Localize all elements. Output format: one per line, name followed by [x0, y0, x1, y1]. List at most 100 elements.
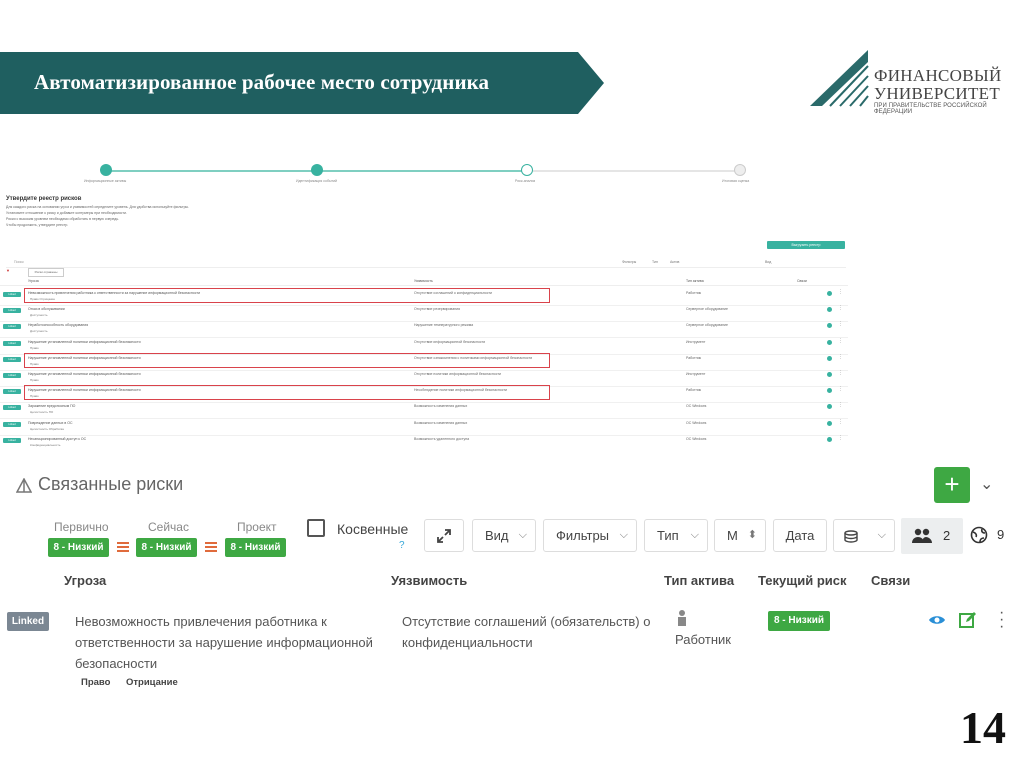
shot-threat-tags: Право	[30, 378, 39, 382]
col-threat[interactable]: Угроза	[64, 573, 106, 588]
step-current-icon[interactable]	[521, 164, 533, 176]
shot-asset-text: ОС Windows	[686, 436, 707, 441]
eye-icon[interactable]	[827, 323, 832, 329]
level-label-project: Проект	[237, 520, 277, 534]
col-current-risk[interactable]: Текущий риск	[758, 573, 847, 588]
step-done-icon[interactable]	[100, 164, 112, 176]
filter-icon[interactable]: ▼	[6, 268, 10, 273]
shot-instruction: Чтобы продолжить, утвердите реестр.	[6, 223, 69, 227]
export-register-button[interactable]: Выгрузить реестр	[767, 241, 845, 249]
logo-text-line1: ФИНАНСОВЫЙ	[874, 66, 1002, 85]
shot-table-row[interactable]: Linked Несанкционированный доступ к ОС Кон…	[0, 434, 848, 448]
more-vertical-icon[interactable]: ⋮	[838, 338, 843, 344]
eye-icon[interactable]	[827, 436, 832, 442]
threat-text[interactable]: Невозможность привлечения работника к от…	[75, 611, 375, 674]
eye-icon[interactable]	[827, 339, 832, 345]
shot-heading: Утвердите реестр рисков	[6, 196, 82, 202]
more-vertical-icon[interactable]: ⋮	[838, 402, 843, 408]
col-vuln[interactable]: Уязвимость	[391, 573, 467, 588]
eye-icon[interactable]	[827, 372, 832, 377]
more-vertical-icon[interactable]: ⋮	[838, 419, 843, 425]
level-label-initial: Первично	[54, 520, 109, 534]
shot-threat-text[interactable]: Несанкционированный доступ к ОС	[28, 437, 86, 441]
status-badge: Linked	[3, 356, 21, 362]
shot-vuln-text[interactable]: Возможность изменения данных	[414, 421, 467, 425]
shot-search-bar[interactable]	[6, 258, 846, 268]
shot-threat-tags: Доступность	[30, 329, 48, 334]
shot-vuln-text[interactable]: Отсутствие информационной безопасности	[414, 340, 485, 344]
eye-icon[interactable]	[827, 388, 832, 394]
database-dropdown[interactable]: ⌵	[833, 519, 895, 552]
globe-toggle[interactable]: 9	[964, 519, 1018, 552]
app-screenshot: Информационные активы Идентификация собы…	[0, 158, 848, 448]
shot-threat-text[interactable]: Нарушение установленной политики информа…	[28, 340, 141, 344]
shot-view-button[interactable]: Вид	[765, 260, 771, 264]
shot-search-label: Поиск	[14, 260, 24, 264]
group-count: 2	[943, 528, 951, 543]
shot-vuln-text[interactable]: Отсутствие резервирования	[414, 307, 460, 311]
eye-icon[interactable]	[827, 355, 832, 361]
more-vertical-icon[interactable]: ⋮	[838, 435, 843, 441]
more-vertical-icon[interactable]: ⋮	[838, 386, 843, 392]
help-icon[interactable]: ?	[399, 540, 405, 551]
shot-threat-tags: Доступность	[30, 313, 48, 318]
shot-threat-text[interactable]: Нарушение установленной политики информа…	[28, 372, 141, 376]
page-number: 14	[960, 702, 1006, 753]
type-dropdown[interactable]: Тип ⌵	[644, 519, 708, 552]
shot-asset-text: Работник	[686, 291, 702, 295]
col-asset-type[interactable]: Тип актива	[664, 573, 734, 588]
shot-type-button[interactable]: Тип	[652, 260, 658, 264]
highlight-box	[24, 288, 550, 303]
more-vertical-icon[interactable]: ⋮	[838, 305, 843, 311]
vulnerability-text[interactable]: Отсутствие соглашений (обязательств) о к…	[402, 611, 662, 653]
shot-threat-text[interactable]: Отказ в обслуживании	[28, 307, 65, 311]
eye-icon[interactable]	[928, 614, 946, 626]
level-badge-project: 8 - Низкий	[225, 538, 286, 557]
asset-type-text: Работник	[675, 632, 731, 647]
shot-threat-text[interactable]: Заражение вредоносным ПО	[28, 404, 75, 408]
col-links[interactable]: Связи	[871, 573, 910, 588]
globe-icon	[970, 526, 988, 544]
shot-threat-tags: Право	[30, 345, 39, 350]
expand-button[interactable]	[424, 519, 464, 552]
more-vertical-icon[interactable]: ⋮	[838, 354, 843, 360]
add-risk-button[interactable]: +	[934, 467, 970, 503]
expand-icon	[437, 529, 451, 543]
shot-instruction: Установите отношение к риску и добавьте …	[6, 211, 127, 215]
equals-icon	[205, 540, 217, 554]
tag-denial[interactable]: Отрицание	[126, 677, 178, 688]
chevron-down-icon[interactable]: ⌄	[980, 474, 993, 494]
chevron-down-icon: ⌵	[619, 529, 628, 541]
sort-dropdown[interactable]: М ⬍	[714, 519, 766, 552]
more-vertical-icon[interactable]: ⋮	[838, 370, 843, 376]
shot-filter-button[interactable]: Фильтры	[622, 260, 636, 264]
edit-icon[interactable]	[959, 611, 977, 629]
view-dropdown[interactable]: Вид ⌵	[472, 519, 536, 552]
shot-asset-button[interactable]: Актив	[670, 260, 679, 264]
shot-vuln-text[interactable]: Возможность изменения данных	[414, 404, 467, 408]
eye-icon[interactable]	[827, 420, 832, 426]
current-risk-badge: 8 - Низкий	[768, 611, 830, 631]
shot-vuln-text[interactable]: Отсутствие политики информационной безоп…	[414, 372, 501, 376]
indirect-checkbox[interactable]	[307, 519, 325, 537]
eye-icon[interactable]	[827, 291, 832, 296]
shot-threat-text[interactable]: Повреждение данных в ОС	[28, 421, 73, 425]
step-pending-icon[interactable]	[734, 164, 746, 176]
more-vertical-icon[interactable]: ⋮	[838, 321, 843, 327]
more-vertical-icon[interactable]: ⋮	[838, 289, 843, 295]
shot-asset-text: Работник	[686, 388, 702, 393]
filters-dropdown[interactable]: Фильтры ⌵	[543, 519, 637, 552]
date-button[interactable]: Дата	[773, 519, 827, 552]
more-vertical-icon[interactable]: · · ·	[999, 605, 1004, 635]
shot-vuln-text[interactable]: Возможность удаленного доступа	[414, 437, 469, 441]
eye-icon[interactable]	[827, 307, 832, 313]
shot-threat-text[interactable]: Неработоспособность оборудования	[28, 323, 88, 327]
filter-chip[interactable]: Риски отражены	[28, 268, 64, 277]
tag-law[interactable]: Право	[81, 677, 110, 688]
logo-text-line3: ПРИ ПРАВИТЕЛЬСТВЕ РОССИЙСКОЙ ФЕДЕРАЦИИ	[874, 103, 987, 115]
shot-vuln-text[interactable]: Нарушение температурного режима	[414, 323, 473, 327]
eye-icon[interactable]	[827, 404, 832, 410]
indirect-label: Косвенные	[337, 521, 409, 537]
group-toggle[interactable]: 2	[901, 518, 963, 554]
step-done-icon[interactable]	[311, 164, 323, 176]
